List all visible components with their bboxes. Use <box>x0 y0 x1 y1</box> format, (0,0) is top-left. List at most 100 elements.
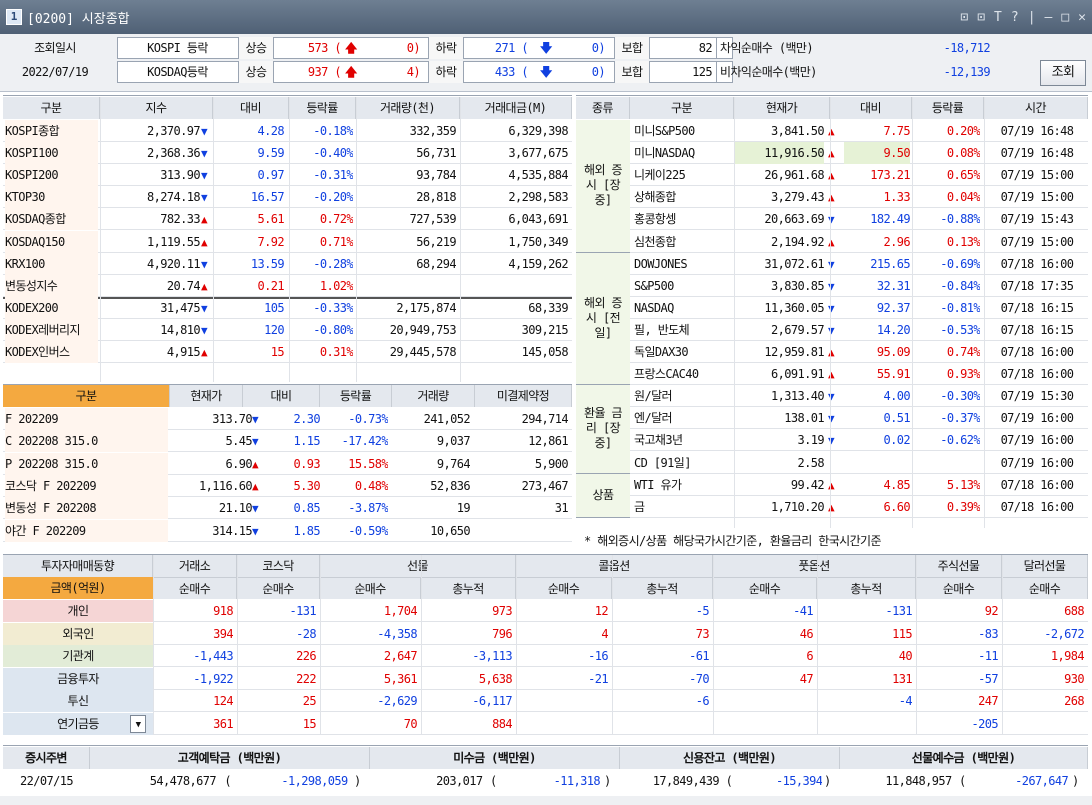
investor-value: -2,672 <box>1044 626 1084 641</box>
vline <box>817 555 818 735</box>
index-header-5: 거래대금(M) <box>460 97 572 119</box>
investor-name[interactable]: 기관계 <box>3 645 153 667</box>
divider <box>716 61 717 83</box>
futures-oi: 5,900 <box>534 456 568 471</box>
investor-name[interactable]: 투신 <box>3 690 153 712</box>
world-name[interactable]: 상해종합 <box>634 186 732 208</box>
world-name[interactable]: 심천종합 <box>634 231 732 253</box>
world-name[interactable]: 원/달러 <box>634 385 732 407</box>
world-name[interactable]: DOWJONES <box>634 253 732 275</box>
investor-name[interactable]: 개인 <box>3 600 153 622</box>
index-name[interactable]: KOSDAQ150 <box>5 230 98 253</box>
index-value: 4,920.11 <box>147 256 200 271</box>
world-name[interactable]: 금 <box>634 496 732 518</box>
funds-amount: 17,849,439 <box>652 774 719 788</box>
query-date: 2022/07/19 <box>21 65 89 79</box>
futures-name[interactable]: P 202208 315.0 <box>5 452 168 475</box>
index-name[interactable]: KTOP30 <box>5 186 98 209</box>
world-change: 173.21 <box>870 168 910 183</box>
world-name[interactable]: WTI 유가 <box>634 474 732 496</box>
world-time: 07/18 16:00 <box>1000 367 1074 382</box>
down-arrow-icon: 🡇 <box>540 41 552 55</box>
copy-icon[interactable]: ⊡ <box>977 10 985 25</box>
world-name[interactable]: 필, 반도체 <box>634 319 732 341</box>
dropdown-arrow-icon[interactable]: ▼ <box>130 714 146 733</box>
index-name[interactable]: KRX100 <box>5 252 98 275</box>
futures-price: 5.45 <box>225 434 253 449</box>
index-name[interactable]: KOSPI100 <box>5 142 98 165</box>
futures-header-4: 거래량 <box>392 385 475 407</box>
index-volume: 727,539 <box>409 212 456 227</box>
investor-group-5: 주식선물 <box>916 555 1002 577</box>
world-group-label: 해외 증시 [장중] <box>576 120 630 253</box>
investor-value: 918 <box>213 604 233 618</box>
maximize-icon[interactable]: □ <box>1061 10 1069 25</box>
world-name[interactable]: 미니NASDAQ <box>634 142 732 164</box>
futures-name[interactable]: 코스닥 F 202209 <box>5 474 168 497</box>
close-icon[interactable]: ✕ <box>1078 10 1086 25</box>
world-name[interactable]: NASDAQ <box>634 297 732 319</box>
down-arrow-icon <box>252 497 266 519</box>
futures-header-0: 구분 <box>3 385 170 407</box>
world-name[interactable]: 독일DAX30 <box>634 341 732 363</box>
world-name[interactable]: 니케이225 <box>634 164 732 186</box>
futures-oi: 12,861 <box>528 434 568 449</box>
world-header-1: 구분 <box>630 97 734 119</box>
investor-name[interactable]: 외국인 <box>3 622 153 645</box>
world-note: * 해외증시/상품 해당국가시간기준, 환율금리 한국시간기준 <box>584 534 882 548</box>
rise-count: 573 ( <box>307 41 341 55</box>
investor-value: -21 <box>588 671 608 686</box>
index-change: 0.21 <box>257 278 285 293</box>
program-value: -12,139 <box>943 65 990 79</box>
investor-value: 92 <box>984 604 998 618</box>
futures-rate: 15.58% <box>348 456 388 471</box>
index-rate: -0.80% <box>313 322 353 337</box>
world-name[interactable]: 엔/달러 <box>634 407 732 429</box>
index-name[interactable]: KOSDAQ종합 <box>5 208 98 231</box>
index-rate: 1.02% <box>319 278 353 293</box>
world-name[interactable]: 프랑스CAC40 <box>634 363 732 385</box>
world-name[interactable]: 국고채3년 <box>634 429 732 451</box>
futures-change: 5.30 <box>293 478 321 493</box>
investor-value: -41 <box>793 604 813 618</box>
index-name[interactable]: KODEX인버스 <box>5 341 98 363</box>
futures-name[interactable]: F 202209 <box>5 408 168 430</box>
font-icon[interactable]: T <box>994 10 1002 25</box>
separator: | <box>1027 9 1036 25</box>
investor-name[interactable]: 금융투자 <box>3 667 153 690</box>
minimize-icon[interactable]: — <box>1045 10 1053 25</box>
index-name[interactable]: 변동성지수 <box>5 274 98 297</box>
index-amount: 4,535,884 <box>508 168 568 183</box>
futures-name[interactable]: C 202208 315.0 <box>5 430 168 453</box>
down-arrow-icon <box>252 520 266 542</box>
index-name[interactable]: KODEX레버리지 <box>5 318 98 341</box>
down-arrow-icon: 🡇 <box>540 65 552 79</box>
investor-value: -1,443 <box>193 649 233 663</box>
index-volume: 93,784 <box>416 168 456 183</box>
index-name[interactable]: KOSPI200 <box>5 164 98 187</box>
investor-sub-7: 총누적 <box>817 577 916 599</box>
futures-name[interactable]: 야간 F 202209 <box>5 519 168 542</box>
world-name[interactable]: 미니S&P500 <box>634 120 732 142</box>
futures-name[interactable]: 변동성 F 202208 <box>5 497 168 520</box>
index-rate: -0.20% <box>313 190 353 205</box>
world-time: 07/18 16:15 <box>1000 322 1074 337</box>
help-icon[interactable]: ? <box>1011 10 1019 25</box>
world-change: 7.75 <box>883 124 911 138</box>
restore-icon[interactable]: ⊡ <box>960 10 968 25</box>
rise-label: 상승 <box>238 37 274 59</box>
world-price: 3.19 <box>797 433 825 448</box>
world-name[interactable]: S&P500 <box>634 275 732 297</box>
divider <box>716 37 717 59</box>
world-change: 4.00 <box>883 389 911 404</box>
query-button[interactable]: 조회 <box>1040 60 1086 86</box>
world-name[interactable]: 홍콩항셍 <box>634 208 732 230</box>
futures-rate: -0.59% <box>348 523 388 538</box>
world-name[interactable]: CD [91일] <box>634 452 732 474</box>
world-time: 07/19 15:00 <box>1000 190 1074 205</box>
funds-amount: 11,848,957 <box>885 774 952 788</box>
index-name[interactable]: KODEX200 <box>5 296 98 319</box>
funds-amount: 54,478,677 <box>149 774 216 788</box>
world-change: 92.37 <box>876 300 910 315</box>
index-name[interactable]: KOSPI종합 <box>5 120 98 142</box>
